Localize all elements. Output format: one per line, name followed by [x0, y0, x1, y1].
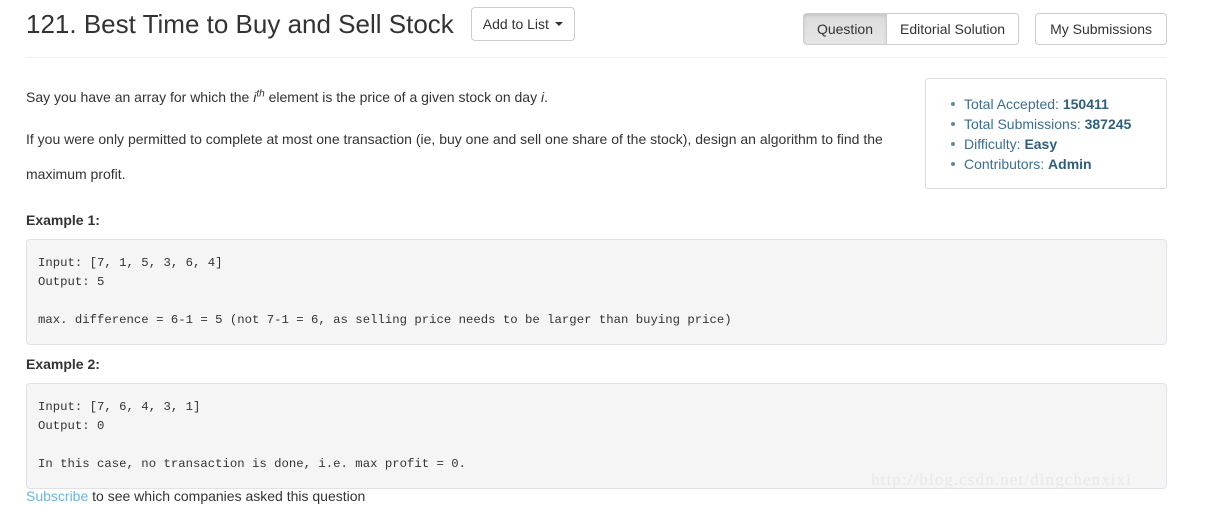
page-title: 121. Best Time to Buy and Sell Stock — [26, 9, 454, 39]
stat-difficulty: Difficulty: Easy — [951, 134, 1156, 154]
stat-total-accepted-value: 150411 — [1062, 96, 1109, 112]
tab-editorial-solution[interactable]: Editorial Solution — [886, 13, 1020, 45]
stat-contributors: Contributors: Admin — [951, 154, 1156, 174]
subscribe-line: Subscribe to see which companies asked t… — [26, 487, 365, 505]
stat-total-accepted-label: Total Accepted: — [964, 96, 1059, 112]
chevron-down-icon — [554, 22, 563, 26]
header-actions: Question Editorial Solution My Submissio… — [802, 13, 1167, 45]
example-1-label: Example 1: — [26, 212, 100, 228]
example-2-code-block: Input: [7, 6, 4, 3, 1] Output: 0 In this… — [26, 383, 1167, 489]
stat-difficulty-label: Difficulty: — [964, 136, 1021, 152]
stat-contributors-label: Contributors: — [964, 156, 1045, 172]
desc-p1-superscript: th — [256, 88, 265, 100]
desc-p1-period: . — [544, 89, 548, 105]
stats-list: Total Accepted: 150411 Total Submissions… — [936, 94, 1156, 174]
stat-total-submissions-value: 387245 — [1084, 116, 1132, 132]
example-1-code-block: Input: [7, 1, 5, 3, 6, 4] Output: 5 max.… — [26, 239, 1167, 345]
desc-p1-after: element is the price of a given stock on… — [264, 89, 541, 105]
stat-total-submissions-label: Total Submissions: — [964, 116, 1081, 132]
my-submissions-button[interactable]: My Submissions — [1035, 13, 1167, 45]
add-to-list-button[interactable]: Add to List — [470, 7, 575, 41]
question-description: Say you have an array for which the ith … — [26, 80, 901, 192]
description-paragraph-1: Say you have an array for which the ith … — [26, 80, 901, 115]
add-to-list-label: Add to List — [482, 16, 549, 32]
header-inner: 121. Best Time to Buy and Sell Stock Add… — [26, 0, 1167, 58]
stat-difficulty-value: Easy — [1024, 136, 1058, 152]
tab-question[interactable]: Question — [802, 13, 887, 45]
page-header: 121. Best Time to Buy and Sell Stock Add… — [0, 0, 1211, 58]
stat-contributors-value: Admin — [1048, 156, 1092, 172]
stat-total-submissions: Total Submissions: 387245 — [951, 114, 1156, 134]
description-paragraph-2: If you were only permitted to complete a… — [26, 131, 883, 182]
desc-p1-before: Say you have an array for which the — [26, 89, 254, 105]
example-2-label: Example 2: — [26, 356, 100, 372]
view-tab-group: Question Editorial Solution — [802, 13, 1020, 45]
title-row: 121. Best Time to Buy and Sell Stock Add… — [26, 6, 575, 42]
stat-total-accepted: Total Accepted: 150411 — [951, 94, 1156, 114]
problem-stats-panel: Total Accepted: 150411 Total Submissions… — [925, 78, 1167, 189]
header-divider — [26, 57, 1167, 58]
